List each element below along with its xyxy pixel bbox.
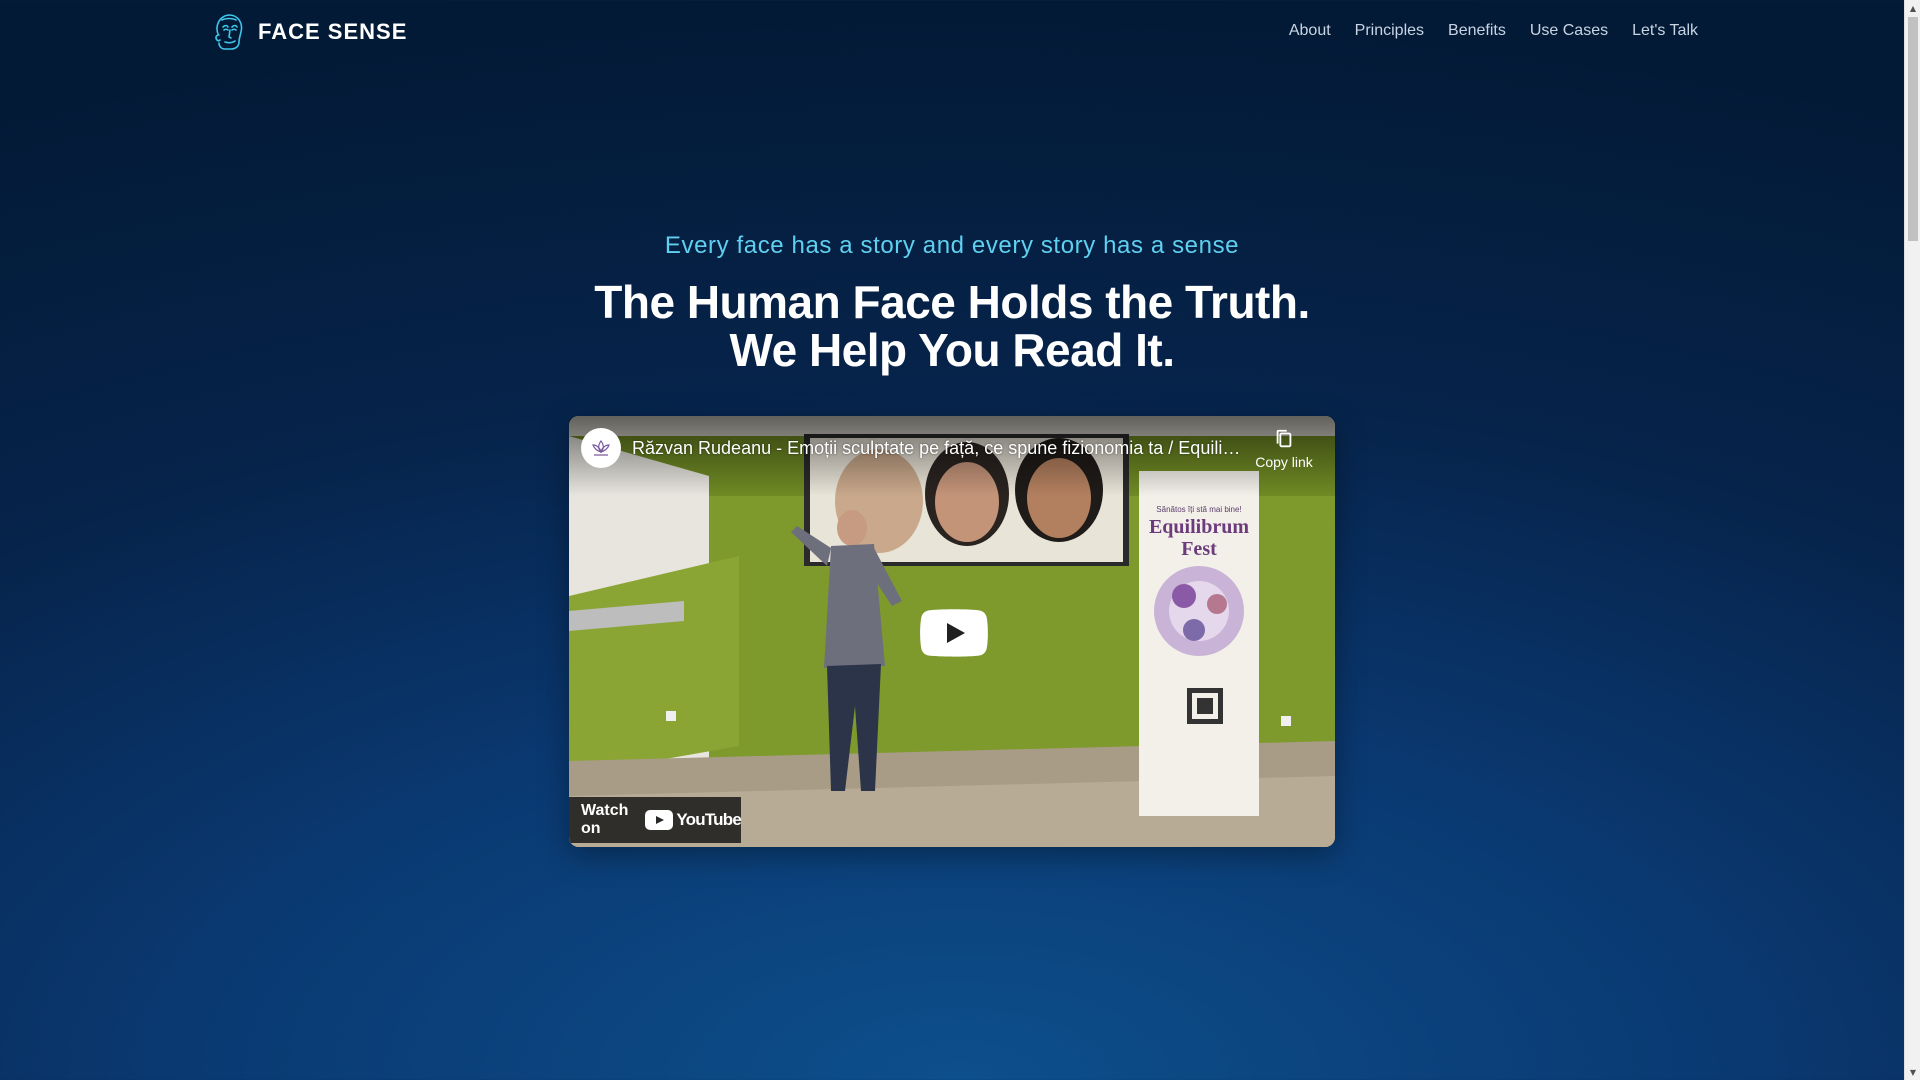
page-scrollbar[interactable]: ▲ ▼ [1904, 0, 1920, 1080]
play-button-icon[interactable] [920, 609, 988, 657]
headline-line-2: We Help You Read It. [729, 324, 1175, 376]
youtube-logo: YouTube [645, 810, 742, 830]
scroll-up-arrow-icon[interactable]: ▲ [1905, 0, 1920, 16]
watch-on-youtube-button[interactable]: Watch on YouTube [569, 797, 742, 843]
copy-icon [1276, 429, 1292, 448]
nav-item-lets-talk[interactable]: Let's Talk [1632, 20, 1698, 42]
headline-line-1: The Human Face Holds the Truth. [594, 276, 1310, 328]
watch-on-label: Watch on [581, 802, 629, 837]
nav-item-about[interactable]: About [1289, 20, 1331, 42]
banner-small-text: Sănătos îți stă mai bine! [1156, 505, 1241, 514]
brand-name: FACE SENSE [258, 19, 408, 44]
nav-item-use-cases[interactable]: Use Cases [1530, 20, 1608, 42]
main-nav: About Principles Benefits Use Cases Let'… [1289, 20, 1698, 42]
banner-title-1: Equilibrum [1149, 516, 1249, 538]
face-logo-icon [215, 14, 243, 50]
scroll-down-arrow-icon[interactable]: ▼ [1905, 1064, 1920, 1080]
nav-item-principles[interactable]: Principles [1355, 20, 1424, 42]
youtube-video-embed[interactable]: Sănătos îți stă mai bine! Equilibrum Fes… [569, 416, 1335, 847]
page: FACE SENSE About Principles Benefits Use… [0, 0, 1904, 1080]
youtube-play-icon [645, 810, 674, 830]
copy-link-label: Copy link [1255, 454, 1313, 470]
copy-link-button[interactable]: Copy link [1253, 428, 1315, 470]
site-header: FACE SENSE About Principles Benefits Use… [0, 0, 1904, 64]
youtube-wordmark: YouTube [676, 810, 741, 829]
hero-headline: The Human Face Holds the Truth. We Help … [0, 278, 1904, 374]
lotus-icon [592, 439, 610, 456]
banner-title-2: Fest [1181, 538, 1217, 560]
nav-item-benefits[interactable]: Benefits [1448, 20, 1506, 42]
brand-logo-link[interactable]: FACE SENSE [210, 12, 407, 52]
video-title[interactable]: Răzvan Rudeanu - Emoții sculptate pe faț… [632, 438, 1247, 459]
scrollbar-thumb[interactable] [1908, 17, 1918, 241]
channel-avatar[interactable] [581, 428, 621, 468]
hero-tagline: Every face has a story and every story h… [664, 232, 1240, 259]
